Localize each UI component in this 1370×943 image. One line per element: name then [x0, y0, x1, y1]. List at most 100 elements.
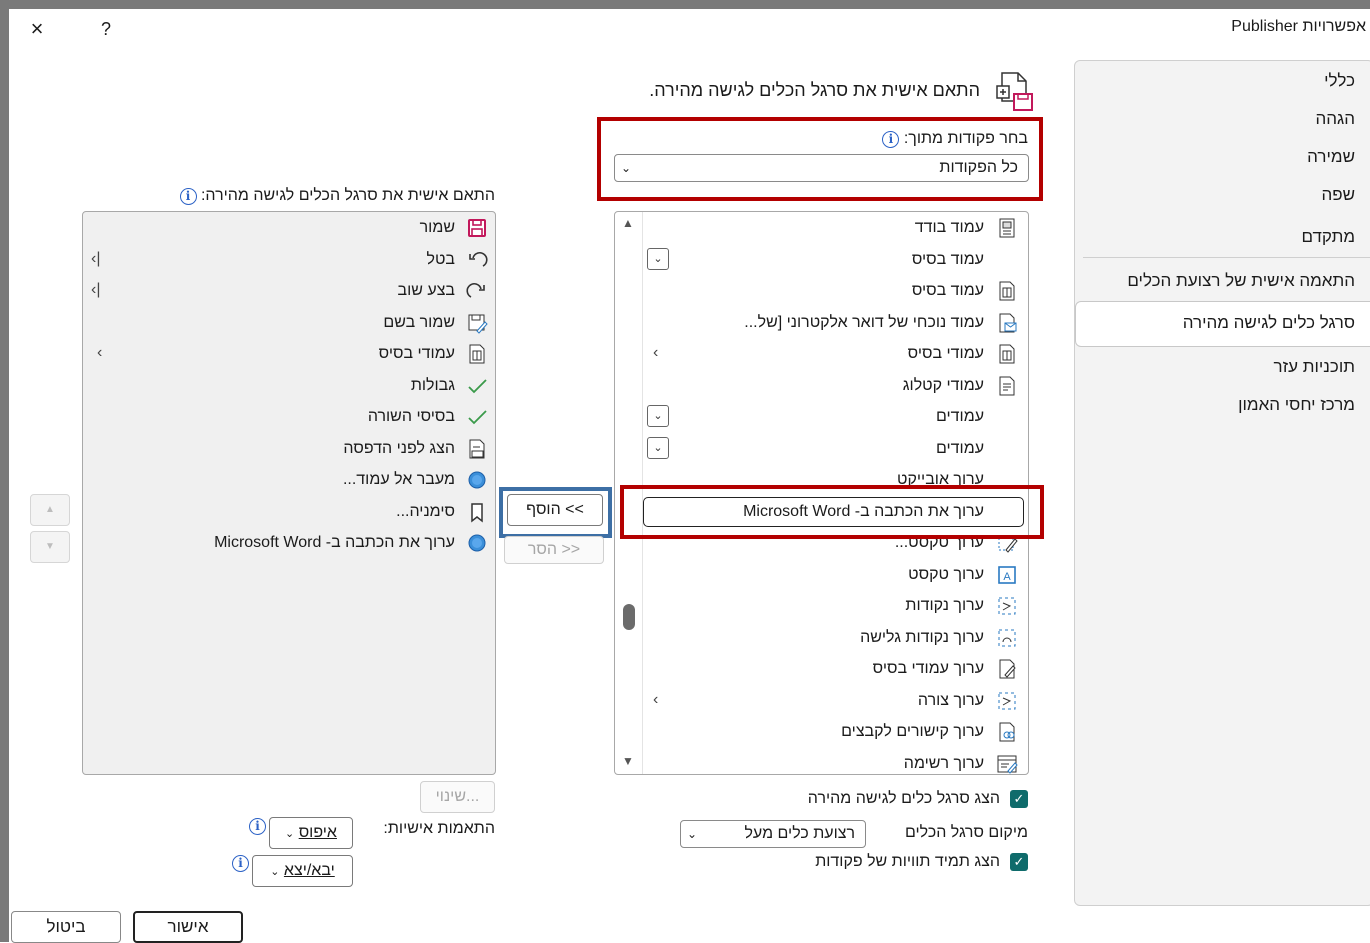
toolbar-item-row[interactable]: מעבר אל עמוד... — [85, 465, 491, 496]
nav-item-proofing[interactable]: הגהה — [1315, 109, 1355, 129]
reset-dropdown[interactable]: איפוס ⌄ — [269, 817, 353, 849]
command-label: ערוך נקודות — [905, 597, 984, 614]
nav-item-quick-access-toolbar[interactable]: סרגל כלים לגישה מהירה — [1183, 313, 1355, 333]
command-row[interactable]: עמודים ⌄ — [645, 402, 1024, 433]
command-label: עמודי קטלוג — [902, 376, 984, 394]
toolbar-item-row[interactable]: בסיסי השורה — [85, 402, 491, 433]
choose-commands-dropdown[interactable]: כל הפקודות ⌄ — [614, 154, 1029, 182]
command-label: עמוד בסיס — [911, 250, 984, 268]
toolbar-item-row[interactable]: עמודי בסיס › — [85, 339, 491, 370]
info-icon[interactable]: i — [232, 855, 249, 872]
command-label: ערוך קישורים לקבצים — [841, 723, 984, 740]
toolbar-item-row[interactable]: גבולות — [85, 371, 491, 402]
quick-access-toolbar-icon — [996, 72, 1033, 111]
command-row[interactable]: ערוך נקודות גלישה — [645, 623, 1024, 654]
command-row[interactable]: ערוך נקודות — [645, 591, 1024, 622]
customizations-label: התאמות אישיות: — [383, 820, 495, 837]
modify-button[interactable]: שינוי... — [420, 781, 495, 813]
remove-button[interactable]: הסר >> — [504, 536, 604, 564]
nav-item-trust-center[interactable]: מרכז יחסי האמון — [1238, 395, 1355, 415]
nav-item-advanced[interactable]: מתקדם — [1301, 227, 1355, 247]
edit-points-icon — [996, 595, 1018, 617]
command-row[interactable]: ערוך רשימה — [645, 749, 1024, 780]
command-label: עמודי בסיס — [907, 345, 984, 362]
command-row[interactable]: עמוד בסיס ⌄ — [645, 245, 1024, 276]
info-icon[interactable]: i — [882, 131, 900, 148]
command-label: ערוך צורה — [917, 691, 984, 709]
toolbar-item-row[interactable]: הצג לפני הדפסה — [85, 434, 491, 465]
command-row[interactable]: עמודי קטלוג — [645, 371, 1024, 402]
import-export-dropdown[interactable]: יבא/יצא ⌄ — [252, 855, 353, 887]
toolbar-item-row[interactable]: בטל |› — [85, 245, 491, 276]
command-row[interactable]: ערוך עמודי בסיס — [645, 654, 1024, 685]
command-label: עמוד בודד — [914, 219, 984, 236]
command-label: עמודים — [935, 408, 984, 425]
text-box-icon: A — [996, 564, 1018, 586]
split-arrow-icon: |› — [91, 281, 101, 298]
ok-button[interactable]: אישור — [133, 911, 243, 943]
toolbar-item-label: גבולות — [410, 376, 455, 394]
show-qat-label: הצג סרגל כלים לגישה מהירה — [807, 790, 1000, 807]
close-icon[interactable]: × — [22, 14, 52, 44]
command-row[interactable]: ערוך קישורים לקבצים — [645, 717, 1024, 748]
redo-icon — [466, 280, 488, 302]
toolbar-item-row[interactable]: ערוך את הכתבה ב- Microsoft Word — [85, 528, 491, 559]
command-row[interactable]: עמודי בסיס › — [645, 339, 1024, 370]
nav-item-addins[interactable]: תוכניות עזר — [1274, 357, 1355, 377]
nav-divider — [1083, 257, 1370, 258]
window-title: אפשרויות Publisher — [1231, 18, 1366, 35]
nav-item-general[interactable]: כללי — [1324, 71, 1355, 91]
nav-item-language[interactable]: שפה — [1321, 185, 1355, 205]
toolbar-item-row[interactable]: סימניה... — [85, 497, 491, 528]
toolbar-item-label: בסיסי השורה — [367, 408, 455, 425]
command-row[interactable]: עמוד בודד — [645, 213, 1024, 244]
toolbar-item-row[interactable]: שמור בשם — [85, 308, 491, 339]
command-row[interactable]: עמוד נוכחי של דואר אלקטרוני [של... — [645, 308, 1024, 339]
bookmark-icon — [466, 501, 488, 523]
toolbar-item-label: ערוך את הכתבה ב- Microsoft Word — [214, 534, 455, 551]
always-show-labels-checkbox[interactable]: ✓ — [1010, 853, 1028, 871]
toolbar-items-list[interactable]: שמור בטל |› בצע שוב |› שמור בשם עמודי בסיס › גבו… — [82, 211, 496, 775]
add-button[interactable]: הוסף << — [507, 494, 603, 526]
move-up-button[interactable]: ▲ — [30, 494, 70, 526]
command-row[interactable]: עמוד בסיס — [645, 276, 1024, 307]
chevron-down-icon: ⌄ — [285, 828, 295, 840]
command-label: ערוך טקסט — [908, 565, 984, 583]
toolbar-location-dropdown[interactable]: רצועת כלים מעל ⌄ — [680, 820, 866, 848]
cancel-button[interactable]: ביטול — [11, 911, 121, 943]
undo-icon — [466, 249, 488, 271]
toolbar-item-label: בטל — [426, 250, 456, 268]
command-label: ערוך עמודי בסיס — [872, 660, 984, 677]
nav-item-save[interactable]: שמירה — [1307, 147, 1355, 167]
submenu-arrow-icon: › — [653, 344, 659, 361]
command-row[interactable]: A ערוך טקסט — [645, 560, 1024, 591]
window-frame-top — [0, 0, 1370, 9]
scroll-down-arrow-icon[interactable]: ▼ — [622, 754, 634, 768]
svg-text:A: A — [1003, 571, 1011, 583]
scroll-up-arrow-icon[interactable]: ▲ — [622, 216, 634, 230]
toolbar-item-row[interactable]: שמור — [85, 213, 491, 244]
command-label: עמוד בסיס — [911, 282, 984, 299]
info-icon[interactable]: i — [249, 818, 266, 835]
email-page-icon — [996, 312, 1018, 334]
scrollbar-thumb[interactable] — [623, 604, 635, 630]
help-icon[interactable]: ? — [94, 14, 118, 44]
show-qat-checkbox[interactable]: ✓ — [1010, 790, 1028, 808]
dropdown-indicator-icon: ⌄ — [647, 436, 669, 459]
selected-command-highlight — [620, 485, 1044, 539]
nav-item-customize-ribbon[interactable]: התאמה אישית של רצועת הכלים — [1127, 271, 1355, 291]
wrap-points-icon — [996, 627, 1018, 649]
choose-commands-label-text: בחר פקודות מתוך: — [903, 130, 1028, 147]
command-row[interactable]: ערוך צורה › — [645, 686, 1024, 717]
command-row[interactable]: עמודים ⌄ — [645, 434, 1024, 465]
info-icon[interactable]: i — [179, 188, 197, 205]
toolbar-item-row[interactable]: בצע שוב |› — [85, 276, 491, 307]
chevron-down-icon: ⌄ — [270, 866, 280, 878]
command-label: עמודים — [935, 439, 984, 457]
options-nav: כללי הגהה שמירה שפה מתקדם התאמה אישית של… — [1074, 60, 1370, 906]
move-down-button[interactable]: ▼ — [30, 531, 70, 563]
edit-shape-icon — [996, 690, 1018, 712]
split-arrow-icon: |› — [91, 249, 101, 267]
submenu-arrow-icon: › — [653, 690, 659, 708]
customize-qat-label-text: התאם אישית את סרגל הכלים לגישה מהירה: — [200, 187, 495, 204]
